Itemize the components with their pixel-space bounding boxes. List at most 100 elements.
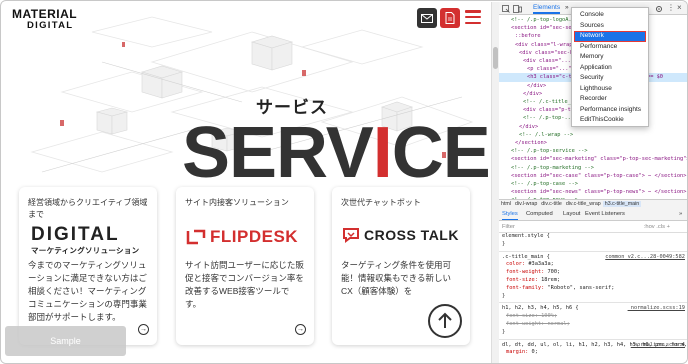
chat-bubble-icon <box>343 228 359 243</box>
mail-icon <box>421 13 433 23</box>
service-card-digital[interactable]: 経営領域からクリエイティブ領域まで DIGITAL マーケティングソリューション… <box>19 187 157 345</box>
dom-node[interactable]: <!-- /.l-wrap --> <box>499 131 687 139</box>
digital-logo: DIGITAL マーケティングソリューション <box>31 224 139 256</box>
css-property[interactable]: font-weight: normal; <box>499 321 687 329</box>
logo-line-1: MATERIAL <box>12 7 78 21</box>
flipdesk-logo-text: FLIPDESK <box>210 227 299 246</box>
css-rule-close: } <box>502 240 506 247</box>
divider <box>499 338 687 340</box>
title-part: SERV <box>182 113 374 193</box>
css-property[interactable]: font-size: 18rem; <box>499 277 687 285</box>
card-description: ターゲティング条件を使用可能！情報収集もできる新しいCX（顧客体験）を <box>341 260 451 296</box>
css-rule-selector[interactable]: common_v2.c...28-0049:582 .c-title_main { <box>499 254 687 262</box>
more-tools-menu: Console Sources Network Performance Memory Ap… <box>571 7 649 127</box>
styles-filter-bar: Filter :hov .cls + <box>499 221 687 233</box>
card-tag: 次世代チャットボット <box>341 198 421 207</box>
filter-input[interactable]: Filter <box>499 224 515 230</box>
css-rule-selector[interactable]: element.style { <box>499 233 687 241</box>
card-tag: 経営領域からクリエイティブ領域まで <box>28 198 148 219</box>
breadcrumb-item[interactable]: html <box>499 201 513 207</box>
logo-line-2: DIGITAL <box>27 20 74 31</box>
breadcrumb: html div.l-wrap div.c-title div.c-title_wra… <box>499 199 687 209</box>
styles-tab-event-listeners[interactable]: Event Listeners <box>585 209 625 220</box>
menu-item-editthiscookie[interactable]: EditThisCookie <box>572 115 648 126</box>
hamburger-menu-button[interactable] <box>464 9 482 25</box>
dom-node[interactable]: <section id="sec-case" class="p-top-case… <box>499 172 687 180</box>
menu-item-application[interactable]: Application <box>572 63 648 74</box>
menu-item-lighthouse[interactable]: Lighthouse <box>572 84 648 95</box>
title-part: CE <box>391 113 491 193</box>
breadcrumb-item[interactable]: div.l-wrap <box>513 201 539 207</box>
dom-node[interactable]: <section id="sec-news" class="p-top-news… <box>499 188 687 196</box>
browser-window: MATERIAL DIGITAL サービス SERVICE 経営領域からクリエイ… <box>0 0 688 364</box>
menu-item-performance-insights[interactable]: Performance insights <box>572 105 648 116</box>
styles-tabbar: Styles Computed Layout Event Listeners » <box>499 209 687 221</box>
menu-bar <box>465 15 481 19</box>
css-source-link[interactable]: common_v2.c...28-0049:582 <box>605 254 687 262</box>
dom-node[interactable]: </section> <box>499 139 687 147</box>
dom-node[interactable]: <section id="sec-marketing" class="p-top… <box>499 155 687 163</box>
css-source-link[interactable]: _normalize.scss:19 <box>628 305 687 313</box>
tab-more[interactable]: » <box>565 4 569 11</box>
styles-tab-computed[interactable]: Computed <box>526 209 553 220</box>
menu-item-security[interactable]: Security <box>572 73 648 84</box>
css-rule-selector[interactable]: _normalize.scss:19 h1, h2, h3, h4, h5, h6… <box>499 305 687 313</box>
arrow-right-icon[interactable]: → <box>138 324 149 335</box>
kebab-menu-icon[interactable]: ⋮ <box>667 3 675 12</box>
menu-item-network[interactable]: Network <box>574 31 646 42</box>
inspect-element-icon[interactable] <box>502 5 510 13</box>
scroll-to-top-button[interactable] <box>428 304 462 338</box>
styles-pane[interactable]: element.style {} common_v2.c...28-0049:58… <box>499 233 687 363</box>
title-red-letter: I <box>372 113 393 193</box>
device-toggle-icon[interactable] <box>513 5 522 13</box>
dom-node[interactable]: <!-- /.p-top-marketing --> <box>499 164 687 172</box>
dom-node[interactable]: <!-- /.p-top-service --> <box>499 147 687 155</box>
styles-tab-»[interactable]: » <box>679 209 682 220</box>
menu-item-console[interactable]: Console <box>572 10 648 21</box>
divider <box>499 250 687 252</box>
menu-item-recorder[interactable]: Recorder <box>572 94 648 105</box>
dom-node[interactable]: <!-- /.p-top-case --> <box>499 180 687 188</box>
arrow-right-icon[interactable]: → <box>295 324 306 335</box>
filter-tools[interactable]: :hov .cls + <box>644 221 670 233</box>
breadcrumb-item[interactable]: h3.c-title_main <box>602 201 642 207</box>
tab-elements[interactable]: Elements <box>533 4 561 14</box>
menu-item-memory[interactable]: Memory <box>572 52 648 63</box>
site-logo[interactable]: MATERIAL DIGITAL <box>12 7 78 31</box>
card-description: 今までのマーケティングソリューションに満足できない方はご相談ください！マーケティ… <box>28 260 147 322</box>
breadcrumb-item[interactable]: div.c-title_wrap <box>564 201 603 207</box>
menu-item-sources[interactable]: Sources <box>572 21 648 32</box>
document-icon <box>445 12 455 24</box>
css-property[interactable]: color: #3a3a3a; <box>499 261 687 269</box>
sample-button[interactable]: Sample <box>5 326 126 356</box>
css-property[interactable]: font-size: 100%; <box>499 313 687 321</box>
css-rule-selector[interactable]: _normalize.scss:4 dl, dt, dd, ul, ol, li,… <box>499 342 687 350</box>
menu-item-performance[interactable]: Performance <box>572 42 648 53</box>
close-icon[interactable]: × <box>677 3 682 12</box>
flipdesk-logo: FLIPDESK <box>186 227 298 247</box>
mail-button[interactable] <box>417 8 437 28</box>
service-card-flipdesk[interactable]: サイト内接客ソリューション FLIPDESK サイト訪問ユーザーに応じた販促と接… <box>176 187 314 345</box>
css-property[interactable]: font-family: "Roboto", sans-serif; <box>499 285 687 293</box>
menu-bar <box>465 21 481 24</box>
styles-tab-styles[interactable]: Styles <box>502 209 518 220</box>
css-property[interactable]: font-weight: 700; <box>499 269 687 277</box>
section-title-en: SERVICE <box>182 108 491 198</box>
page-scrollbar[interactable] <box>491 2 499 363</box>
styles-tab-layout[interactable]: Layout <box>563 209 580 220</box>
crosstalk-logo: CROSS TALK <box>342 227 459 243</box>
gear-icon[interactable] <box>655 5 663 13</box>
card-description: サイト訪問ユーザーに応じた販促と接客でコンバージョン率を改善するWEB接客ツール… <box>185 260 304 309</box>
css-rule-close: } <box>502 328 506 335</box>
breadcrumb-item[interactable]: div.c-title <box>539 201 564 207</box>
divider <box>499 302 687 304</box>
scrollbar-thumb[interactable] <box>493 47 498 69</box>
document-download-button[interactable] <box>440 8 460 28</box>
css-property[interactable]: margin: 0; <box>499 349 687 357</box>
digital-logo-subtitle: マーケティングソリューション <box>31 246 140 255</box>
arrow-up-icon <box>438 312 452 328</box>
website-viewport: MATERIAL DIGITAL サービス SERVICE 経営領域からクリエイ… <box>2 2 491 363</box>
menu-bar <box>465 10 481 13</box>
crosstalk-logo-text: CROSS TALK <box>364 227 459 243</box>
digital-logo-text: DIGITAL <box>31 224 120 245</box>
